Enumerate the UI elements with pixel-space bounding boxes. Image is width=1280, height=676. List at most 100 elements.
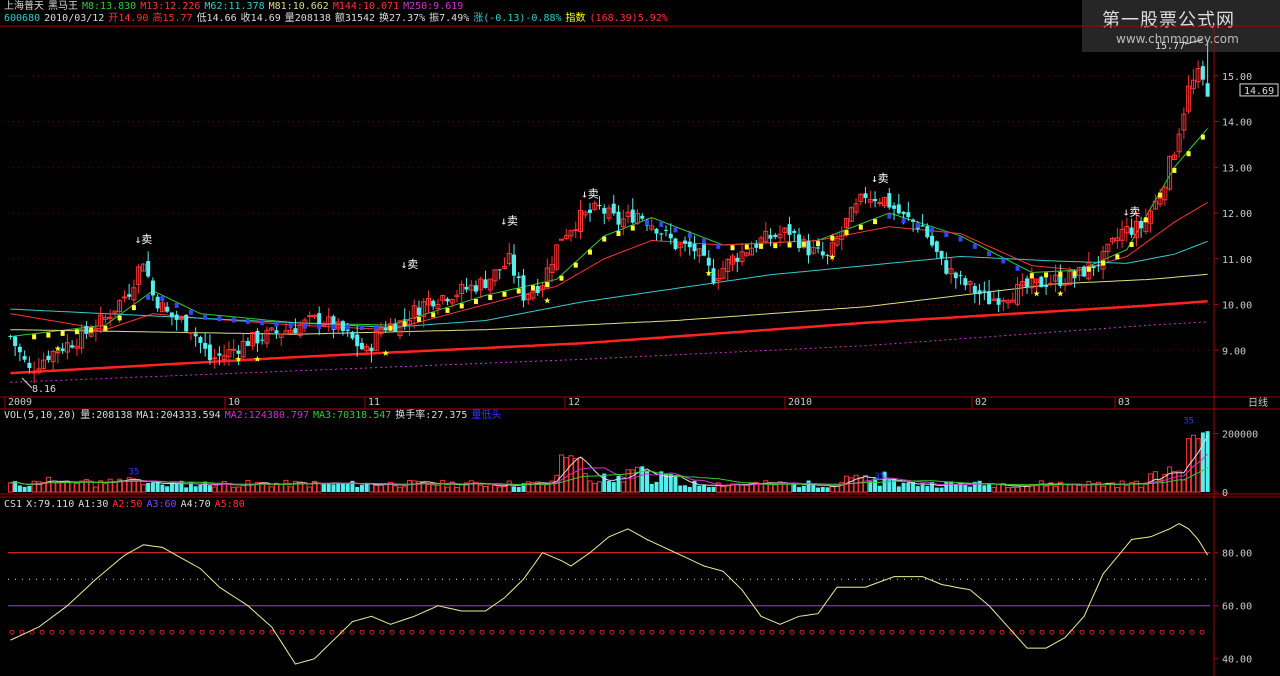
osc-level-dot: [929, 629, 935, 635]
candle-body-106: [511, 254, 516, 276]
osc-level-dot: [1089, 629, 1095, 635]
x-label-4: 2010: [788, 397, 812, 408]
trend-marker-95: [459, 303, 464, 309]
candle-body-251: [1200, 66, 1205, 80]
trend-marker-215: [1029, 273, 1034, 279]
trend-marker-212: [1015, 265, 1020, 271]
vol-ma-label-1: 35: [128, 467, 139, 477]
volume-bar-8: [45, 476, 51, 493]
osc-level-dot: [49, 629, 55, 635]
volume-bar-141: [678, 485, 683, 492]
trend-marker-173: [830, 235, 835, 241]
candle-body-5: [31, 371, 37, 374]
candle-body-209: [1000, 299, 1006, 302]
osc-level-dot: [619, 629, 625, 635]
high-label: 15.77: [1155, 41, 1185, 52]
trend-marker-224: [1072, 271, 1077, 277]
trend-marker-167: [801, 241, 806, 247]
trend-marker-137: [659, 221, 664, 227]
osc-level-dot: [159, 629, 165, 635]
ma-line-M8: [10, 128, 1208, 337]
sell-signal-3: ↓卖: [581, 187, 599, 200]
volume-bar-125: [602, 473, 607, 492]
candle-body-160: [768, 234, 773, 239]
osc-level-dot: [819, 629, 825, 635]
osc-level-dot: [429, 629, 435, 635]
candle-body-25: [127, 294, 132, 297]
trend-marker-8: [46, 332, 51, 338]
volume-bar-187: [896, 486, 901, 492]
candle-body-131: [630, 209, 635, 223]
price-tick-label-1: 14.00: [1222, 118, 1252, 129]
buy-star-3: ★: [382, 345, 389, 359]
candle-body-31: [155, 296, 160, 309]
trend-marker-50: [245, 318, 250, 324]
osc-level-dot: [239, 629, 245, 635]
volume-bar-40: [198, 485, 203, 492]
volume-bar-117: [563, 457, 569, 493]
volume-bar-127: [611, 482, 616, 492]
trend-marker-74: [359, 325, 364, 331]
candle-body-205: [982, 290, 987, 292]
trend-marker-164: [787, 242, 792, 248]
volume-bar-104: [501, 485, 507, 493]
volume-bar-94: [454, 487, 460, 493]
candle-body-72: [350, 331, 355, 339]
osc-level-dot: [539, 629, 545, 635]
trend-marker-56: [274, 321, 279, 327]
osc-level-dot: [169, 629, 175, 635]
volume-bar-198: [949, 481, 954, 492]
osc-level-dot: [119, 629, 125, 635]
volume-bar-166: [797, 487, 802, 492]
candle-body-199: [953, 272, 958, 279]
candle-body-146: [702, 244, 707, 256]
volume-bar-9: [50, 482, 56, 493]
volume-bar-2: [17, 485, 22, 492]
candle-body-124: [597, 205, 602, 207]
volume-bar-69: [336, 482, 341, 492]
volume-bar-21: [107, 478, 113, 493]
trend-marker-38: [188, 309, 193, 315]
volume-bar-89: [430, 484, 436, 493]
volume-bar-79: [383, 484, 389, 493]
volume-bar-183: [877, 485, 882, 492]
volume-bar-59: [288, 486, 294, 493]
volume-bar-150: [720, 486, 726, 493]
chart-svg[interactable]: 15.00 14.00 13.00 12.00 11.00 10.00 9.00 2009 10…: [0, 0, 1280, 676]
volume-bar-82: [397, 486, 403, 493]
osc-level-dot: [219, 629, 225, 635]
volume-bar-164: [787, 483, 793, 493]
volume-bar-81: [392, 485, 398, 493]
x-label-0: 2009: [8, 397, 32, 408]
osc-level-dot: [319, 629, 325, 635]
trend-marker-101: [488, 294, 493, 300]
volume-bar-24: [121, 480, 127, 493]
osc-level-dot: [499, 629, 505, 635]
volume-bar-88: [425, 484, 431, 493]
osc-level-dot: [9, 629, 15, 635]
candle-body-161: [773, 234, 778, 238]
volume-bar-146: [702, 485, 707, 492]
trend-marker-191: [915, 222, 920, 228]
volume-bar-105: [506, 480, 512, 493]
trend-marker-92: [445, 307, 450, 313]
candle-body-4: [27, 362, 32, 369]
volume-bar-50: [245, 480, 251, 493]
volume-bar-102: [492, 485, 498, 493]
osc-level-dot: [309, 629, 315, 635]
buy-star-7: ★: [1033, 285, 1040, 299]
osc-level-dot: [469, 629, 475, 635]
candle-body-136: [654, 228, 659, 234]
volume-bar-91: [440, 479, 446, 493]
x-label-2: 11: [368, 397, 380, 408]
volume-bar-196: [939, 487, 944, 492]
volume-bar-99: [478, 484, 484, 493]
trend-marker-35: [174, 302, 179, 308]
volume-bar-192: [920, 484, 925, 492]
volume-bar-10: [55, 481, 61, 493]
trend-marker-170: [816, 241, 821, 247]
volume-bar-237: [1133, 480, 1139, 493]
trend-marker-53: [260, 320, 265, 326]
trend-marker-20: [103, 325, 108, 331]
osc-level-dot: [829, 629, 835, 635]
